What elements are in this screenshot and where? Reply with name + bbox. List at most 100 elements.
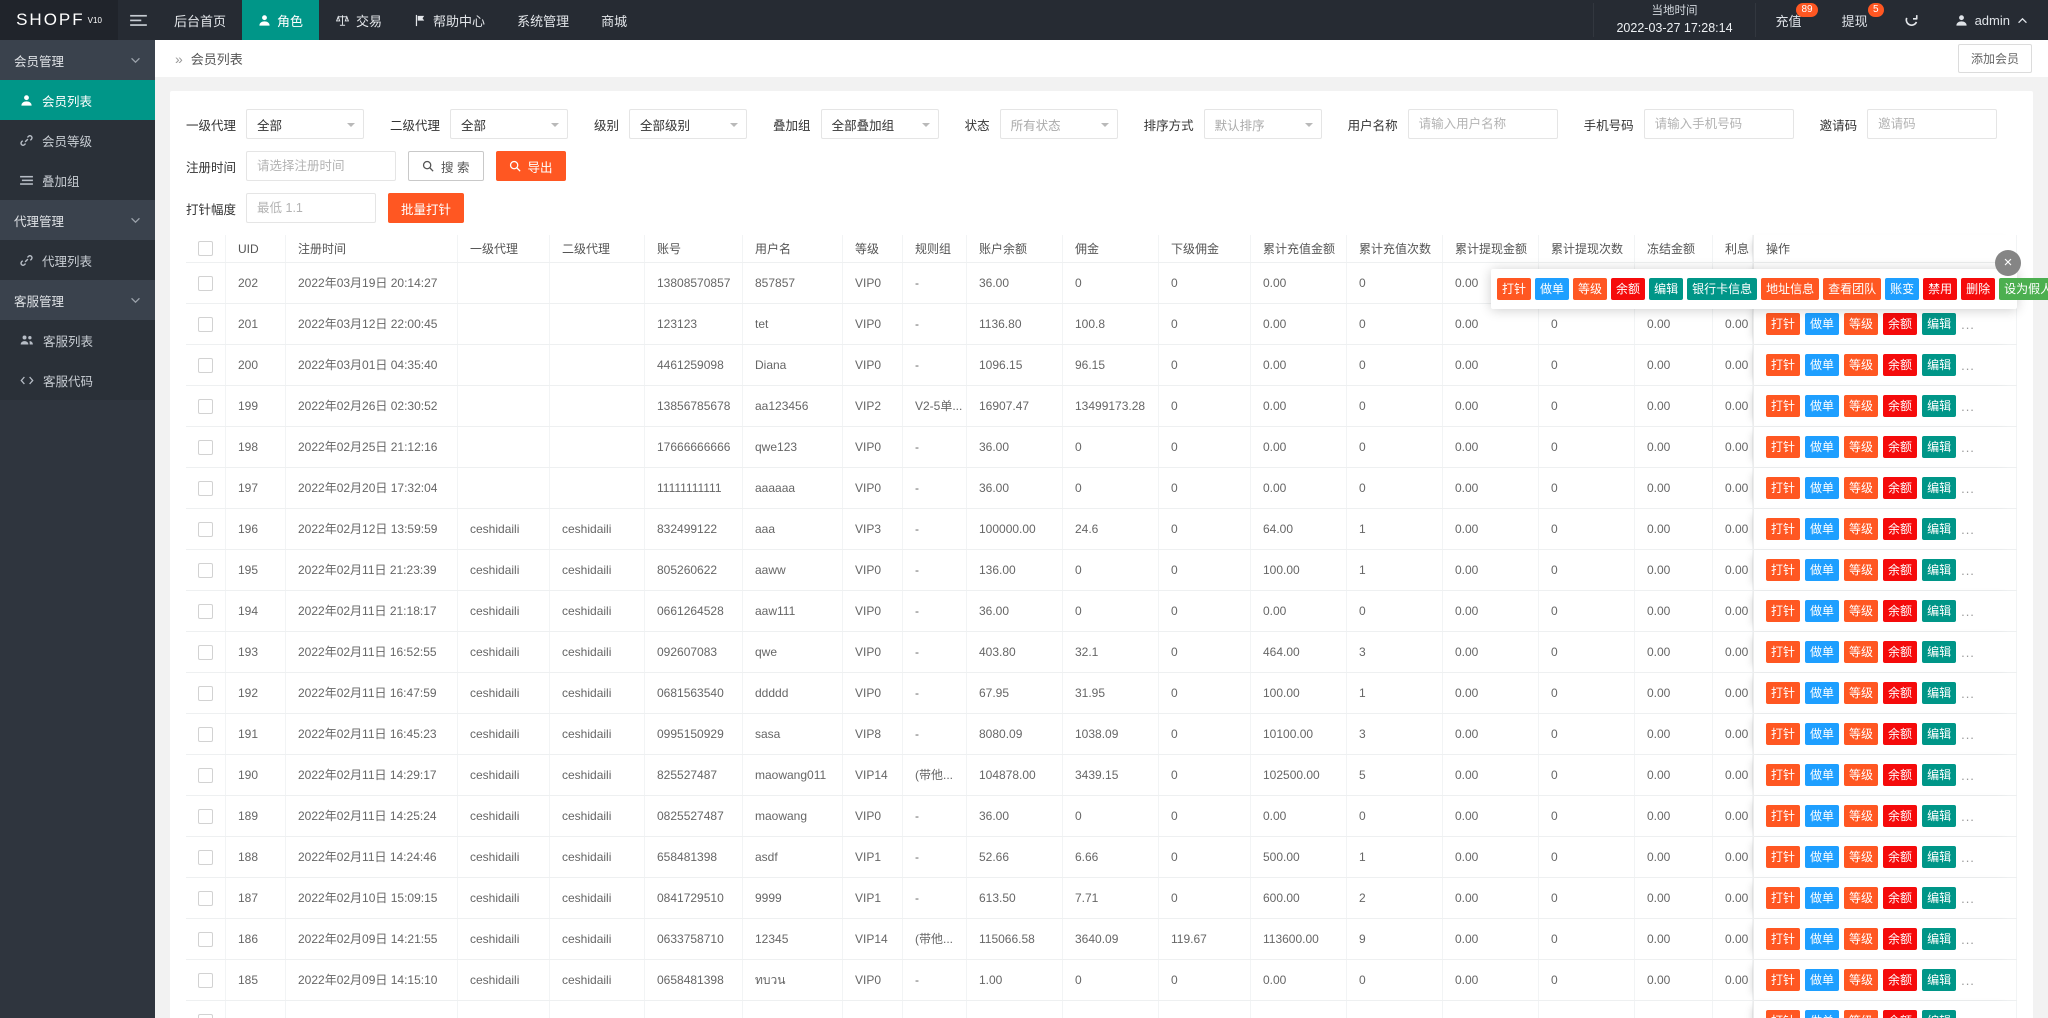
row-checkbox[interactable] (198, 850, 213, 865)
row-action-inject[interactable]: 打针 (1766, 682, 1800, 704)
row-action-level[interactable]: 等级 (1844, 641, 1878, 663)
row-action-edit[interactable]: 编辑 (1922, 887, 1956, 909)
row-action-level[interactable]: 等级 (1844, 395, 1878, 417)
row-checkbox[interactable] (198, 399, 213, 414)
row-action-order[interactable]: 做单 (1805, 559, 1839, 581)
row-action-order[interactable]: 做单 (1805, 518, 1839, 540)
row-action-inject[interactable]: 打针 (1766, 887, 1800, 909)
filter-select-status[interactable]: 所有状态 (1000, 109, 1118, 139)
row-action-edit[interactable]: 编辑 (1922, 477, 1956, 499)
popup-action-view-team[interactable]: 查看团队 (1823, 278, 1881, 300)
more-actions-button[interactable]: ... (1961, 1001, 1975, 1018)
more-actions-button[interactable]: ... (1961, 837, 1975, 877)
row-checkbox[interactable] (198, 358, 213, 373)
register-time-input[interactable] (246, 151, 396, 181)
popup-action-delete[interactable]: 删除 (1961, 278, 1995, 300)
more-actions-button[interactable]: ... (1961, 632, 1975, 672)
inject-range-input[interactable] (246, 193, 376, 223)
row-action-order[interactable]: 做单 (1805, 846, 1839, 868)
user-menu[interactable]: admin (1935, 13, 2048, 28)
popup-action-order[interactable]: 做单 (1535, 278, 1569, 300)
row-action-edit[interactable]: 编辑 (1922, 313, 1956, 335)
filter-select-sort[interactable]: 默认排序 (1204, 109, 1322, 139)
popup-action-bank-info[interactable]: 银行卡信息 (1687, 278, 1757, 300)
nav-item-help[interactable]: 帮助中心 (398, 0, 501, 40)
row-checkbox[interactable] (198, 481, 213, 496)
row-action-edit[interactable]: 编辑 (1922, 969, 1956, 991)
row-action-balance[interactable]: 余额 (1883, 559, 1917, 581)
row-action-inject[interactable]: 打针 (1766, 395, 1800, 417)
add-member-button[interactable]: 添加会员 (1958, 44, 2032, 73)
row-action-balance[interactable]: 余额 (1883, 518, 1917, 540)
row-action-level[interactable]: 等级 (1844, 436, 1878, 458)
more-actions-button[interactable]: ... (1961, 673, 1975, 713)
nav-item-system[interactable]: 系统管理 (501, 0, 585, 40)
row-action-order[interactable]: 做单 (1805, 1010, 1839, 1018)
row-action-order[interactable]: 做单 (1805, 600, 1839, 622)
row-action-order[interactable]: 做单 (1805, 805, 1839, 827)
row-action-inject[interactable]: 打针 (1766, 559, 1800, 581)
row-action-balance[interactable]: 余额 (1883, 395, 1917, 417)
filter-select-overlay-group[interactable]: 全部叠加组 (821, 109, 939, 139)
row-action-edit[interactable]: 编辑 (1922, 846, 1956, 868)
row-action-level[interactable]: 等级 (1844, 600, 1878, 622)
sidebar-group-agent-mgmt[interactable]: 代理管理 (0, 200, 155, 240)
row-action-inject[interactable]: 打针 (1766, 518, 1800, 540)
more-actions-button[interactable]: ... (1961, 714, 1975, 754)
row-checkbox[interactable] (198, 276, 213, 291)
more-actions-button[interactable]: ... (1961, 468, 1975, 508)
row-action-edit[interactable]: 编辑 (1922, 682, 1956, 704)
row-checkbox[interactable] (198, 809, 213, 824)
hamburger-icon[interactable] (118, 0, 158, 40)
row-action-order[interactable]: 做单 (1805, 887, 1839, 909)
row-action-level[interactable]: 等级 (1844, 1010, 1878, 1018)
row-action-inject[interactable]: 打针 (1766, 969, 1800, 991)
row-checkbox[interactable] (198, 891, 213, 906)
refresh-icon[interactable] (1888, 0, 1935, 40)
sidebar-item-service-list[interactable]: 客服列表 (0, 320, 155, 360)
select-all-checkbox[interactable] (198, 241, 213, 256)
row-action-order[interactable]: 做单 (1805, 477, 1839, 499)
row-action-balance[interactable]: 余额 (1883, 682, 1917, 704)
more-actions-button[interactable]: ... (1961, 878, 1975, 918)
filter-select-agent1[interactable]: 全部 (246, 109, 364, 139)
row-checkbox[interactable] (198, 604, 213, 619)
row-action-order[interactable]: 做单 (1805, 354, 1839, 376)
row-action-edit[interactable]: 编辑 (1922, 805, 1956, 827)
row-action-inject[interactable]: 打针 (1766, 354, 1800, 376)
popup-action-edit[interactable]: 编辑 (1649, 278, 1683, 300)
row-action-balance[interactable]: 余额 (1883, 846, 1917, 868)
more-actions-button[interactable]: ... (1961, 755, 1975, 795)
batch-inject-button[interactable]: 批量打针 (388, 193, 464, 223)
row-action-level[interactable]: 等级 (1844, 723, 1878, 745)
filter-select-level[interactable]: 全部级别 (629, 109, 747, 139)
popup-action-disable[interactable]: 禁用 (1923, 278, 1957, 300)
withdraw-button[interactable]: 提现 5 (1822, 0, 1888, 40)
row-action-balance[interactable]: 余额 (1883, 313, 1917, 335)
recharge-button[interactable]: 充值 89 (1756, 0, 1822, 40)
row-action-level[interactable]: 等级 (1844, 805, 1878, 827)
row-action-balance[interactable]: 余额 (1883, 641, 1917, 663)
phone-input[interactable] (1644, 109, 1794, 139)
nav-item-mall[interactable]: 商城 (585, 0, 643, 40)
popup-action-address-info[interactable]: 地址信息 (1761, 278, 1819, 300)
row-action-balance[interactable]: 余额 (1883, 764, 1917, 786)
row-action-level[interactable]: 等级 (1844, 477, 1878, 499)
popup-action-balance[interactable]: 余额 (1611, 278, 1645, 300)
row-action-balance[interactable]: 余额 (1883, 1010, 1917, 1018)
row-action-edit[interactable]: 编辑 (1922, 600, 1956, 622)
row-checkbox[interactable] (198, 686, 213, 701)
sidebar-group-service-mgmt[interactable]: 客服管理 (0, 280, 155, 320)
row-action-edit[interactable]: 编辑 (1922, 764, 1956, 786)
popup-action-account-change[interactable]: 账变 (1885, 278, 1919, 300)
row-action-order[interactable]: 做单 (1805, 969, 1839, 991)
row-action-inject[interactable]: 打针 (1766, 600, 1800, 622)
row-action-inject[interactable]: 打针 (1766, 641, 1800, 663)
row-action-balance[interactable]: 余额 (1883, 436, 1917, 458)
more-actions-button[interactable]: ... (1961, 550, 1975, 590)
more-actions-button[interactable]: ... (1961, 919, 1975, 959)
more-actions-button[interactable]: ... (1961, 509, 1975, 549)
popup-close-button[interactable]: × (1995, 250, 2021, 276)
username-input[interactable] (1408, 109, 1558, 139)
nav-item-trade[interactable]: 交易 (319, 0, 398, 40)
